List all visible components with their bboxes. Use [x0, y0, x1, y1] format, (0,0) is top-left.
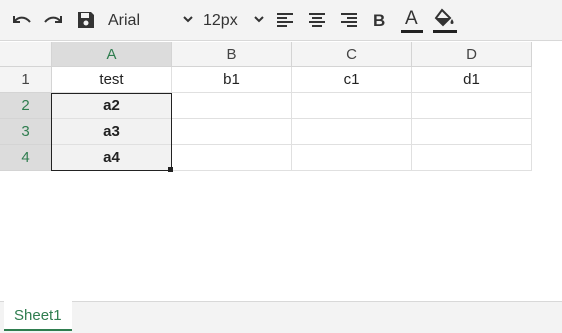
column-header-d[interactable]: D: [412, 42, 532, 67]
cell-b1[interactable]: b1: [172, 67, 292, 93]
align-center-icon[interactable]: [307, 9, 327, 31]
chevron-down-icon[interactable]: [254, 14, 264, 24]
cell-d2[interactable]: [412, 93, 532, 119]
undo-icon[interactable]: [10, 9, 34, 31]
cell-a4[interactable]: a4: [52, 145, 172, 171]
chevron-down-icon[interactable]: [183, 14, 193, 24]
align-left-icon[interactable]: [275, 9, 295, 31]
font-size-select[interactable]: 12px: [203, 11, 238, 31]
row-header-3[interactable]: 3: [0, 119, 52, 145]
cell-b2[interactable]: [172, 93, 292, 119]
cell-d4[interactable]: [412, 145, 532, 171]
cell-b4[interactable]: [172, 145, 292, 171]
sheet-tab-bar: Sheet1: [0, 301, 562, 333]
column-header-a[interactable]: A: [52, 42, 172, 67]
cell-b3[interactable]: [172, 119, 292, 145]
row-header-1[interactable]: 1: [0, 67, 52, 93]
sheet-tab-sheet1[interactable]: Sheet1: [4, 301, 72, 331]
corner-cell[interactable]: [0, 42, 52, 67]
cell-c4[interactable]: [292, 145, 412, 171]
cell-c3[interactable]: [292, 119, 412, 145]
font-family-select[interactable]: Arial: [108, 11, 140, 31]
cell-a3[interactable]: a3: [52, 119, 172, 145]
cell-d3[interactable]: [412, 119, 532, 145]
cell-a1[interactable]: test: [52, 67, 172, 93]
bold-button[interactable]: B: [373, 11, 385, 31]
column-header-b[interactable]: B: [172, 42, 292, 67]
row-header-4[interactable]: 4: [0, 145, 52, 171]
text-color-button[interactable]: A: [400, 7, 424, 35]
redo-icon[interactable]: [41, 9, 65, 31]
row-header-2[interactable]: 2: [0, 93, 52, 119]
align-right-icon[interactable]: [339, 9, 359, 31]
cell-d1[interactable]: d1: [412, 67, 532, 93]
text-color-icon: A: [405, 8, 418, 29]
column-header-c[interactable]: C: [292, 42, 412, 67]
cell-c2[interactable]: [292, 93, 412, 119]
cell-c1[interactable]: c1: [292, 67, 412, 93]
cell-a2[interactable]: a2: [52, 93, 172, 119]
fill-handle[interactable]: [168, 167, 173, 172]
fill-color-icon[interactable]: [432, 7, 458, 35]
save-icon[interactable]: [75, 9, 97, 31]
toolbar: Arial 12px B A: [0, 0, 562, 41]
